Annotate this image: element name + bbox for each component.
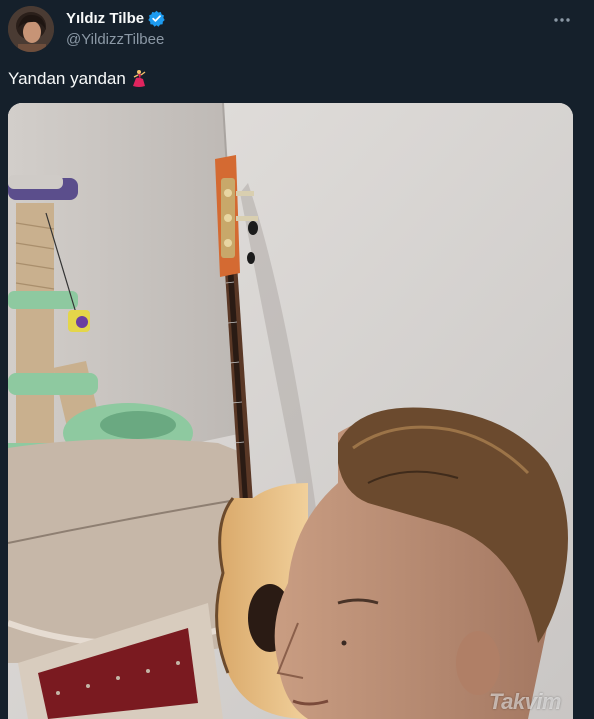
avatar-image xyxy=(8,6,54,52)
dancer-icon xyxy=(132,70,146,87)
verified-badge-icon xyxy=(148,10,165,27)
page-margin xyxy=(573,103,594,719)
tweet: Yıldız Tilbe @YildizzTilbee Yandan yanda… xyxy=(0,0,594,719)
more-options-icon[interactable] xyxy=(552,10,572,30)
photo-image xyxy=(8,103,573,719)
avatar[interactable] xyxy=(8,6,54,52)
user-handle[interactable]: @YildizzTilbee xyxy=(66,31,164,48)
tweet-text-content: Yandan yandan xyxy=(8,69,126,88)
watermark: Takvim xyxy=(488,689,562,714)
tweet-photo[interactable]: Takvim xyxy=(8,103,573,719)
display-name[interactable]: Yıldız Tilbe xyxy=(66,10,144,27)
author-row: Yıldız Tilbe xyxy=(66,10,165,27)
tweet-text: Yandan yandan xyxy=(8,69,148,89)
